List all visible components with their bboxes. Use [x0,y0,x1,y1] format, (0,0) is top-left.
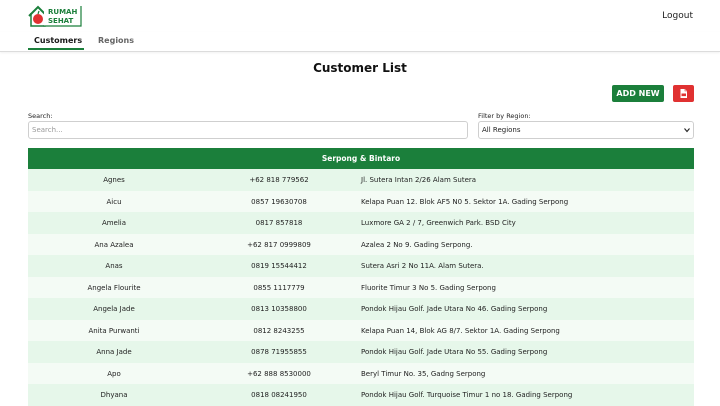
customer-name: Anna Jade [96,348,132,356]
customer-name: Angela Flourite [87,283,141,292]
export-pdf-button[interactable] [673,85,694,102]
tab-customers[interactable]: Customers [34,36,82,45]
customer-name: Agnes [103,176,125,184]
customer-address: Luxmore GA 2 / 7, Greenwich Park. BSD Ci… [361,219,516,227]
customer-name: Aicu [106,197,122,206]
customer-name: Dhyana [100,391,128,399]
customer-phone: 0812 8243255 [253,326,305,335]
customer-name: Ana Azalea [94,240,134,249]
table-row[interactable]: Agnes +62 818 779562 Jl. Sutera Intan 2/… [28,169,694,191]
customer-name: Angela Jade [93,305,135,313]
table-row[interactable]: Anna Jade 0878 71955855 Pondok Hijau Gol… [28,341,694,363]
customer-phone: 0819 15544412 [251,262,307,270]
customer-phone: +62 817 0999809 [247,240,311,249]
region-filter-select[interactable]: All Regions [478,121,694,139]
rumah-sehat-logo[interactable]: RUMAH SEHAT [28,4,82,28]
customer-address: Jl. Sutera Intan 2/26 Alam Sutera [361,176,477,184]
customer-phone: 0878 71955855 [251,348,307,356]
customer-address: Fluorite Timur 3 No 5. Gading Serpong [361,283,496,292]
logout-link[interactable]: Logout [662,11,693,21]
customer-address: Pondok Hijau Golf. Jade Utara No 46. Gad… [361,305,548,313]
active-tab-indicator [28,48,84,50]
logo-text-line2: SEHAT [48,17,74,25]
customer-address: Kelapa Puan 12. Blok AF5 N0 5. Sektor 1A… [361,197,569,206]
table-row[interactable]: Dhyana 0818 08241950 Pondok Hijau Golf. … [28,384,694,406]
customer-phone: 0857 19630708 [251,197,307,206]
region-group-header: Serpong & Bintaro [28,148,694,169]
region-filter-label: Filter by Region: [478,112,531,120]
add-new-button[interactable]: ADD NEW [612,85,664,102]
search-input[interactable] [28,121,468,139]
chevron-down-icon [684,128,690,133]
customer-address: Pondok Hijau Golf. Jade Utara No 55. Gad… [361,348,548,356]
nav-tabs: Customers Regions [0,32,720,52]
table-row[interactable]: Anita Purwanti 0812 8243255 Kelapa Puan … [28,319,694,341]
logo-text-line1: RUMAH [48,8,77,16]
customer-phone: +62 888 8530000 [247,369,311,378]
customer-phone: 0817 857818 [255,219,303,227]
table-row[interactable]: Apo +62 888 8530000 Beryl Timur No. 35, … [28,362,694,384]
table-row[interactable]: Angela Jade 0813 10358800 Pondok Hijau G… [28,298,694,320]
customer-phone: +62 818 779562 [249,176,309,184]
pdf-file-icon [680,89,687,98]
table-row[interactable]: Anas 0819 15544412 Sutera Asri 2 No 11A.… [28,255,694,277]
search-label: Search: [28,112,53,120]
customer-address: Pondok Hijau Golf. Turquoise Timur 1 no … [361,391,573,399]
customer-phone: 0855 1117779 [253,283,305,292]
table-row[interactable]: Amelia 0817 857818 Luxmore GA 2 / 7, Gre… [28,212,694,234]
customer-phone: 0813 10358800 [251,305,307,313]
customer-name: Apo [107,369,121,378]
page-title: Customer List [313,61,407,75]
table-row[interactable]: Aicu 0857 19630708 Kelapa Puan 12. Blok … [28,190,694,212]
top-bar: RUMAH SEHAT Logout [0,0,720,32]
region-filter-value: All Regions [482,126,521,134]
customer-name: Anas [105,262,123,270]
customer-name: Anita Purwanti [88,326,140,335]
customer-name: Amelia [101,219,127,227]
customer-address: Kelapa Puan 14, Blok AG 8/7. Sektor 1A. … [361,326,560,335]
logo-house-icon: RUMAH SEHAT [28,5,82,27]
customer-address: Sutera Asri 2 No 11A. Alam Sutera. [361,262,484,270]
customer-phone: 0818 08241950 [251,391,307,399]
customer-address: Beryl Timur No. 35, Gadng Serpong [361,369,486,378]
table-row[interactable]: Angela Flourite 0855 1117779 Fluorite Ti… [28,276,694,298]
tab-regions[interactable]: Regions [98,36,134,45]
customer-table: Serpong & Bintaro Agnes +62 818 779562 J… [28,148,694,406]
table-row[interactable]: Ana Azalea +62 817 0999809 Azalea 2 No 9… [28,233,694,255]
customer-address: Azalea 2 No 9. Gading Serpong. [361,240,473,249]
